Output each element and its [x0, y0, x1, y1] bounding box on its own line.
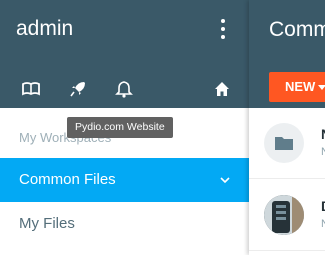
list-item[interactable]: N N: [249, 108, 325, 179]
new-button[interactable]: NEW: [269, 72, 325, 102]
main-pane: Common Files NEW N N D N: [249, 0, 325, 255]
folder-icon: [264, 123, 304, 163]
workspace-label: Common Files: [19, 171, 116, 188]
sidebar-header: admin: [0, 0, 249, 108]
page-title: Common Files: [269, 18, 325, 41]
main-header: Common Files NEW: [249, 0, 325, 108]
book-icon[interactable]: [21, 79, 41, 99]
tooltip: Pydio.com Website: [67, 117, 173, 138]
bell-icon[interactable]: [114, 79, 134, 99]
more-vert-icon[interactable]: [216, 18, 230, 40]
user-name[interactable]: admin: [16, 16, 73, 42]
new-button-label: NEW: [285, 79, 316, 94]
file-list: N N D N: [249, 108, 325, 255]
caret-down-icon: [318, 85, 325, 91]
list-item[interactable]: D N: [249, 180, 325, 251]
workspace-item-my-files[interactable]: My Files: [0, 202, 249, 246]
chevron-down-icon[interactable]: [219, 174, 231, 186]
row-title: N: [321, 126, 325, 142]
image-thumbnail: [264, 195, 304, 235]
row-title: D: [321, 198, 325, 214]
left-sidebar: admin Pydio.com Website My Workspaces Co…: [0, 0, 249, 255]
workspace-label: My Files: [19, 215, 75, 232]
home-icon[interactable]: [212, 79, 232, 99]
rocket-icon[interactable]: [68, 79, 88, 99]
row-subtitle: N: [321, 146, 325, 158]
workspace-item-common-files[interactable]: Common Files: [0, 158, 249, 202]
row-subtitle: N: [321, 218, 325, 230]
